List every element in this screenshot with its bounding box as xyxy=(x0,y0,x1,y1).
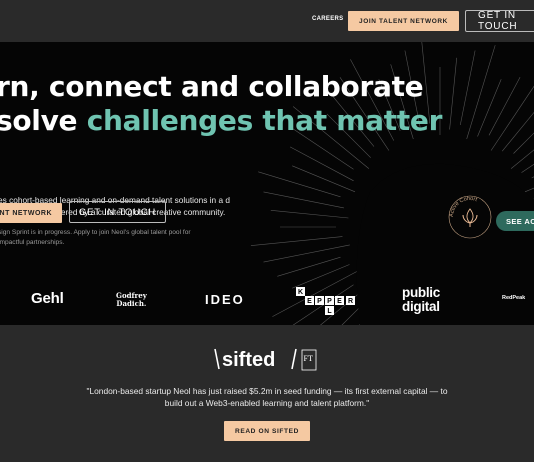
keppler-letter: P xyxy=(317,298,322,305)
active-cohort-badge: Active Cohort xyxy=(447,194,493,240)
read-on-sifted-button[interactable]: READ ON SIFTED xyxy=(224,421,310,441)
public-line-1: public xyxy=(402,285,440,300)
sunburst-ray xyxy=(263,244,350,263)
ft-wordmark: FT xyxy=(304,354,313,363)
get-in-touch-hero-button[interactable]: GET IN TOUCH xyxy=(69,201,166,223)
sunburst-ray xyxy=(488,76,521,136)
headline-line-2: solve challenges that matter xyxy=(0,104,442,138)
sunburst-ray xyxy=(460,50,476,126)
join-talent-network-hero-button[interactable]: ENT NETWORK xyxy=(0,203,62,223)
keppler-letter: R xyxy=(348,298,353,305)
sifted-ft-logo: sifted FT xyxy=(214,348,317,371)
sunburst-ray xyxy=(477,79,502,137)
godfrey-line-2: Dadich. xyxy=(116,299,147,308)
keppler-letter: K xyxy=(298,289,303,296)
logo-keppler: KE P PLE R xyxy=(296,287,355,315)
sifted-wordmark: sifted xyxy=(222,349,275,371)
hero-note: sign Sprint is in progress. Apply to joi… xyxy=(0,229,191,246)
sunburst-ray xyxy=(466,45,496,140)
sunburst-ray xyxy=(449,57,457,130)
hero-headline: rn, connect and collaborate solve challe… xyxy=(0,70,442,138)
top-navigation-bar: CAREERS JOIN TALENT NETWORK GET IN TOUCH xyxy=(0,0,534,42)
sunburst-ray xyxy=(501,111,534,152)
press-section: sifted FT "London-based startup Neol has… xyxy=(0,325,534,462)
sunburst-ray xyxy=(289,146,354,182)
keppler-letter: E xyxy=(337,298,342,305)
sunburst-ray xyxy=(277,256,341,277)
active-cohort-badge-icon: Active Cohort xyxy=(448,195,492,239)
keppler-letter: P xyxy=(327,298,332,305)
hero-section: rn, connect and collaborate solve challe… xyxy=(0,42,534,325)
public-line-2: digital xyxy=(402,299,440,314)
keppler-letter: E xyxy=(307,298,312,305)
svg-text:Active Cohort: Active Cohort xyxy=(449,196,478,217)
see-active-cohort-button[interactable]: SEE ACTI xyxy=(496,211,534,231)
press-quote: "London-based startup Neol has just rais… xyxy=(86,386,448,408)
logo-redpeak: RedPeak xyxy=(502,295,526,301)
keppler-letter: L xyxy=(327,308,332,315)
headline-prefix: solve xyxy=(0,104,87,137)
logo-ideo: IDEO xyxy=(205,292,245,307)
logo-godfrey-dadich: Godfrey Dadich. xyxy=(116,292,147,308)
get-in-touch-nav-button[interactable]: GET IN TOUCH xyxy=(465,10,534,32)
headline-line-1: rn, connect and collaborate xyxy=(0,70,424,103)
sunburst-ray xyxy=(250,236,343,246)
sunburst-ray xyxy=(292,165,356,193)
headline-accent: challenges that matter xyxy=(86,104,443,137)
sunburst-ray xyxy=(521,163,534,173)
sunburst-ray xyxy=(292,264,350,289)
sunburst-ray xyxy=(270,210,349,219)
logo-gehl: Gehl xyxy=(31,290,64,307)
logo-public-digital: public digital xyxy=(402,286,440,314)
join-talent-network-button[interactable]: JOIN TALENT NETWORK xyxy=(348,11,459,31)
nav-link-careers[interactable]: CAREERS xyxy=(312,16,343,22)
badge-label: Active Cohort xyxy=(449,196,478,217)
